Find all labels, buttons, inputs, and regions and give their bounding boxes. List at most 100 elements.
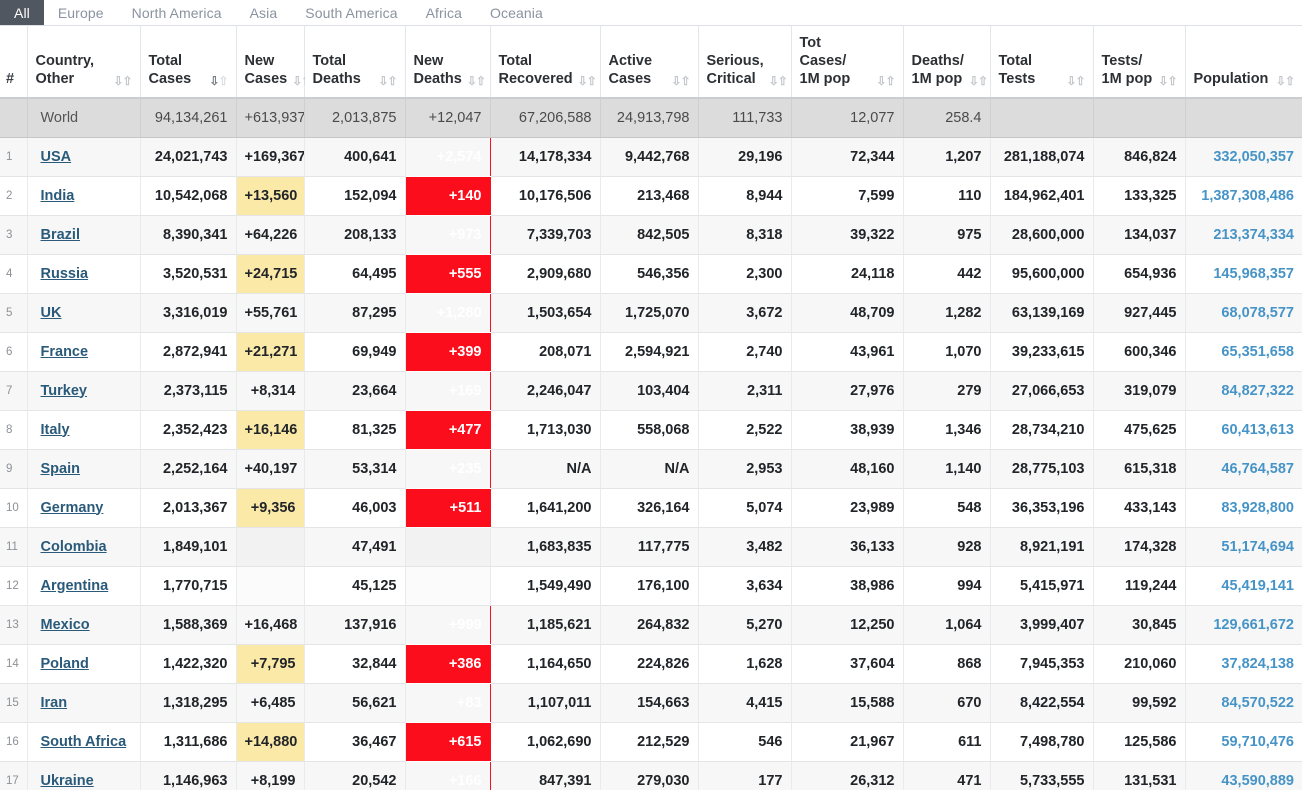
country-link[interactable]: Spain bbox=[41, 461, 80, 477]
country-link[interactable]: Iran bbox=[41, 695, 68, 711]
cell-deaths_per_1m: 611 bbox=[903, 722, 991, 762]
country-link[interactable]: Mexico bbox=[41, 617, 90, 633]
cell-new_cases: +7,795 bbox=[236, 644, 305, 684]
country-link[interactable]: Ukraine bbox=[41, 773, 94, 789]
cell-cases_per_1m: 7,599 bbox=[791, 176, 904, 216]
cell-population: 84,570,522 bbox=[1185, 683, 1302, 723]
country-link[interactable]: Russia bbox=[41, 266, 89, 282]
column-header-total_tests[interactable]: Total Tests ⇩⇧ bbox=[990, 26, 1094, 99]
cell-new_deaths: +169 bbox=[405, 371, 491, 411]
country-cell: USA bbox=[27, 137, 141, 177]
cell-new_cases: +613,937 bbox=[236, 98, 305, 138]
country-cell: Brazil bbox=[27, 215, 141, 255]
cell-serious: 5,270 bbox=[698, 605, 792, 645]
cell-new_deaths: +973 bbox=[405, 215, 491, 255]
country-link[interactable]: Germany bbox=[41, 500, 104, 516]
column-header-tests_per_1m[interactable]: Tests/1M pop ⇩⇧ bbox=[1093, 26, 1186, 99]
country-link[interactable]: Italy bbox=[41, 422, 70, 438]
column-header-label: Total Recovered bbox=[498, 53, 573, 87]
sort-toggle-icon[interactable]: ⇩⇧ bbox=[113, 75, 132, 88]
column-header-deaths_per_1m[interactable]: Deaths/1M pop ⇩⇧ bbox=[903, 26, 991, 99]
sort-toggle-icon[interactable]: ⇩⇧ bbox=[1158, 75, 1177, 88]
cell-active_cases: 326,164 bbox=[600, 488, 699, 528]
sort-toggle-icon[interactable]: ⇩⇧ bbox=[1276, 75, 1295, 88]
cell-total_tests: 5,415,971 bbox=[990, 566, 1094, 606]
cell-tests_per_1m: 99,592 bbox=[1093, 683, 1186, 723]
country-link[interactable]: France bbox=[41, 344, 89, 360]
column-header-active_cases[interactable]: Active Cases ⇩⇧ bbox=[600, 26, 699, 99]
column-header-total_deaths[interactable]: Total Deaths ⇩⇧ bbox=[304, 26, 406, 99]
country-link[interactable]: South Africa bbox=[41, 734, 127, 750]
sort-toggle-icon[interactable]: ⇩⇧ bbox=[378, 75, 397, 88]
sort-toggle-icon[interactable]: ⇩⇧ bbox=[876, 75, 895, 88]
sort-toggle-icon[interactable]: ⇩⇧ bbox=[769, 75, 788, 88]
cell-total_cases: 1,770,715 bbox=[140, 566, 237, 606]
cell-total_deaths: 69,949 bbox=[304, 332, 406, 372]
country-link[interactable]: UK bbox=[41, 305, 62, 321]
cell-total_deaths: 53,314 bbox=[304, 449, 406, 489]
tab-europe[interactable]: Europe bbox=[44, 0, 118, 25]
cell-total_cases: 1,146,963 bbox=[140, 761, 237, 790]
cell-deaths_per_1m: 1,140 bbox=[903, 449, 991, 489]
column-header-country[interactable]: Country, Other ⇩⇧ bbox=[27, 26, 141, 99]
row-index: 7 bbox=[0, 371, 28, 411]
row-index: 16 bbox=[0, 722, 28, 762]
cell-active_cases: 154,663 bbox=[600, 683, 699, 723]
cell-new_deaths: +235 bbox=[405, 449, 491, 489]
cell-total_cases: 2,352,423 bbox=[140, 410, 237, 450]
cell-new_cases: +40,197 bbox=[236, 449, 305, 489]
sort-descending-icon[interactable]: ⇩⇧ bbox=[209, 75, 228, 88]
cell-population bbox=[1185, 98, 1302, 138]
cell-total_recovered: 1,549,490 bbox=[490, 566, 601, 606]
cell-tests_per_1m: 600,346 bbox=[1093, 332, 1186, 372]
column-header-total_recovered[interactable]: Total Recovered ⇩⇧ bbox=[490, 26, 601, 99]
column-header-label: # bbox=[6, 71, 15, 87]
cell-new_deaths: +399 bbox=[405, 332, 491, 372]
cell-serious: 111,733 bbox=[698, 98, 792, 138]
tab-asia[interactable]: Asia bbox=[236, 0, 292, 25]
country-link[interactable]: Brazil bbox=[41, 227, 81, 243]
column-header-cases_per_1m[interactable]: Tot Cases/1M pop ⇩⇧ bbox=[791, 26, 904, 99]
country-link[interactable]: USA bbox=[41, 149, 72, 165]
cell-tests_per_1m: 133,325 bbox=[1093, 176, 1186, 216]
country-link[interactable]: Argentina bbox=[41, 578, 109, 594]
column-header-serious[interactable]: Serious, Critical ⇩⇧ bbox=[698, 26, 792, 99]
tab-south-america[interactable]: South America bbox=[291, 0, 411, 25]
sort-toggle-icon[interactable]: ⇩⇧ bbox=[1066, 75, 1085, 88]
cell-total_tests: 8,422,554 bbox=[990, 683, 1094, 723]
cell-population: 68,078,577 bbox=[1185, 293, 1302, 333]
column-header-content: Serious, Critical ⇩⇧ bbox=[707, 52, 788, 88]
column-header-total_cases[interactable]: Total Cases ⇩⇧ bbox=[140, 26, 237, 99]
column-header-new_deaths[interactable]: New Deaths ⇩⇧ bbox=[405, 26, 491, 99]
cell-cases_per_1m: 72,344 bbox=[791, 137, 904, 177]
country-cell: Poland bbox=[27, 644, 141, 684]
tab-all[interactable]: All bbox=[0, 0, 44, 25]
table-row: 6 France 2,872,941 +21,271 69,949 +399 208,071… bbox=[0, 332, 1302, 372]
cell-tests_per_1m: 654,936 bbox=[1093, 254, 1186, 294]
country-link[interactable]: India bbox=[41, 188, 75, 204]
table-row: 4 Russia 3,520,531 +24,715 64,495 +555 2,909,6… bbox=[0, 254, 1302, 294]
country-link[interactable]: Turkey bbox=[41, 383, 87, 399]
sort-toggle-icon[interactable]: ⇩⇧ bbox=[969, 75, 988, 88]
tab-africa[interactable]: Africa bbox=[412, 0, 476, 25]
column-header-new_cases[interactable]: NewCases⇩⇧ bbox=[236, 26, 311, 99]
row-index: 5 bbox=[0, 293, 28, 333]
country-link[interactable]: Colombia bbox=[41, 539, 107, 555]
table-body: World 94,134,261 +613,937 2,013,875 +12,047 6… bbox=[0, 98, 1302, 790]
cell-deaths_per_1m: 110 bbox=[903, 176, 991, 216]
cell-population: 59,710,476 bbox=[1185, 722, 1302, 762]
cell-deaths_per_1m: 975 bbox=[903, 215, 991, 255]
row-index: 8 bbox=[0, 410, 28, 450]
sort-toggle-icon[interactable]: ⇩⇧ bbox=[671, 75, 690, 88]
tab-north-america[interactable]: North America bbox=[118, 0, 236, 25]
cell-population: 60,413,613 bbox=[1185, 410, 1302, 450]
tab-oceania[interactable]: Oceania bbox=[476, 0, 557, 25]
sort-toggle-icon[interactable]: ⇩⇧ bbox=[467, 75, 486, 88]
sort-toggle-icon[interactable]: ⇩⇧ bbox=[578, 75, 597, 88]
row-index: 9 bbox=[0, 449, 28, 489]
cell-total_cases: 1,318,295 bbox=[140, 683, 237, 723]
column-header-population[interactable]: Population ⇩⇧ bbox=[1185, 26, 1302, 99]
cell-total_tests: 7,945,353 bbox=[990, 644, 1094, 684]
cell-cases_per_1m: 43,961 bbox=[791, 332, 904, 372]
country-link[interactable]: Poland bbox=[41, 656, 89, 672]
